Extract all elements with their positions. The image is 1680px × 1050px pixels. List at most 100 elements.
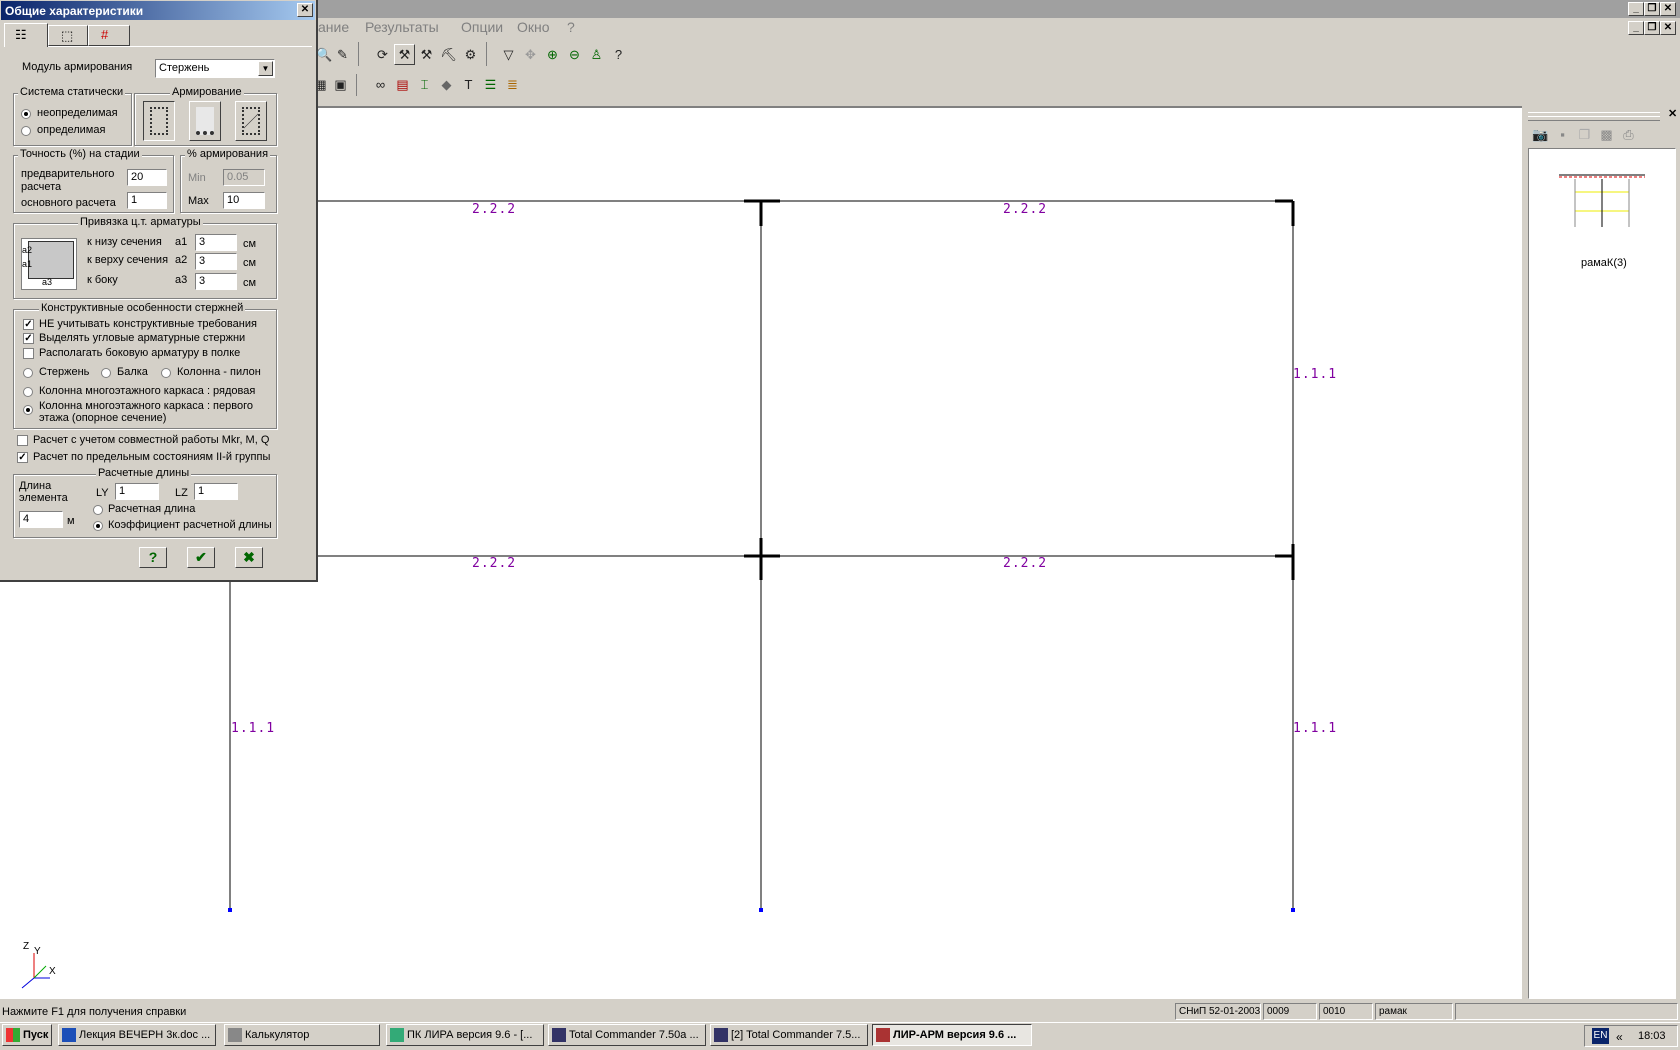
pencil-icon[interactable]: ✎ [332, 44, 353, 65]
task-tc1-label: Total Commander 7.50a ... [569, 1029, 699, 1041]
module-select-value: Стержень [159, 62, 210, 74]
arm-bottom-button[interactable] [189, 101, 221, 141]
copy-icon[interactable]: ❐ [1574, 124, 1595, 145]
plate-icon[interactable]: ◆ [436, 74, 457, 95]
rotate-icon[interactable]: ⟳ [372, 44, 393, 65]
help-pointer-icon[interactable]: ? [608, 44, 629, 65]
status-cell-2: 0010 [1319, 1003, 1373, 1020]
min-input: 0.05 [223, 169, 265, 186]
select-hammer-icon[interactable]: ⚒ [394, 44, 415, 65]
preview-area[interactable]: рамаК(3) [1528, 148, 1676, 999]
static-system-group: Система статически [13, 86, 132, 146]
app-restore-button[interactable]: ❐ [1644, 2, 1660, 16]
list-icon[interactable]: ≣ [502, 74, 523, 95]
axis-z-label: Z [23, 941, 30, 952]
filter-icon[interactable]: ▽ [498, 44, 519, 65]
chk-joint-work-label: Расчет с учетом совместной работы Mkr, M… [33, 434, 270, 446]
task-lira[interactable]: ПК ЛИРА версия 9.6 - [... [386, 1024, 544, 1046]
image-icon[interactable]: ▩ [1596, 124, 1617, 145]
chk-side-bars[interactable] [23, 348, 34, 359]
arm-symmetric-button[interactable] [143, 101, 175, 141]
menu-item-edit[interactable]: ание [318, 19, 349, 35]
start-button[interactable]: Пуск [2, 1024, 52, 1046]
dialog-close-button[interactable]: ✕ [297, 3, 313, 17]
help-button[interactable]: ? [139, 547, 167, 568]
menu-item-results[interactable]: Результаты [365, 19, 439, 35]
layers-icon[interactable]: ☰ [480, 74, 501, 95]
chk-corner-bars[interactable]: ✓ [23, 333, 34, 344]
pct-title: % армирования [185, 148, 271, 160]
arm-diagonal-button[interactable] [235, 101, 267, 141]
status-cell-3: рамак [1375, 1003, 1453, 1020]
task-tc2-label: [2] Total Commander 7.5... [731, 1029, 861, 1041]
ly-input[interactable]: 1 [115, 483, 159, 500]
chk-ignore-constructive-label: НЕ учитывать конструктивные требования [39, 318, 257, 330]
zoom-out-icon[interactable]: ⊖ [564, 44, 585, 65]
beam-label-top-left: 2.2.2 [472, 202, 517, 217]
ok-button[interactable]: ✔ [187, 547, 215, 568]
chk-ignore-constructive[interactable]: ✓ [23, 319, 34, 330]
tab-section[interactable]: ⬚ [48, 25, 88, 46]
language-indicator[interactable]: EN [1592, 1028, 1609, 1044]
radio-determinate[interactable] [21, 126, 31, 136]
nodes-icon[interactable]: ⚙ [460, 44, 481, 65]
radio-calc-length[interactable] [93, 505, 103, 515]
radio-beam[interactable] [101, 368, 111, 378]
lira-icon [390, 1028, 404, 1042]
radio-frame-first[interactable] [23, 405, 33, 415]
section-icon[interactable]: ▤ [392, 74, 413, 95]
tab-general[interactable]: ☷ [4, 23, 48, 47]
cancel-button[interactable]: ✖ [235, 547, 263, 568]
pin-icon[interactable]: ♙ [586, 44, 607, 65]
task-total-commander-2[interactable]: [2] Total Commander 7.5... [710, 1024, 868, 1046]
preview-close-icon[interactable]: ✕ [1668, 107, 1677, 120]
a3-input[interactable]: 3 [195, 273, 237, 290]
lz-input[interactable]: 1 [194, 483, 238, 500]
task-total-commander-1[interactable]: Total Commander 7.50a ... [548, 1024, 706, 1046]
windows-logo-icon [6, 1028, 20, 1042]
radio-frame-row[interactable] [23, 387, 33, 397]
chk-joint-work[interactable] [17, 435, 28, 446]
save-icon[interactable]: ▪ [1552, 124, 1573, 145]
menu-item-help[interactable]: ? [567, 19, 575, 35]
radio-coef-length[interactable] [93, 521, 103, 531]
a2-input[interactable]: 3 [195, 253, 237, 270]
task-calculator[interactable]: Калькулятор [224, 1024, 380, 1046]
grid-icon[interactable]: ▣ [330, 74, 351, 95]
beam-icon[interactable]: ⌶ [414, 74, 435, 95]
max-input[interactable]: 10 [223, 192, 265, 209]
dialog-general-characteristics: Общие характеристики ✕ ☷ ⬚ # Модуль арми… [0, 0, 318, 582]
print-icon[interactable]: ⎙ [1618, 124, 1639, 145]
camera-icon[interactable]: 📷 [1530, 124, 1551, 145]
task-word-label: Лекция ВЕЧЕРН 3к.doc ... [79, 1029, 211, 1041]
app-close-button[interactable]: ✕ [1660, 2, 1676, 16]
radio-indeterminate[interactable] [21, 109, 31, 119]
main-calc-input[interactable]: 1 [127, 192, 167, 209]
prelim-input[interactable]: 20 [127, 169, 167, 186]
tab-reinforcement[interactable]: # [88, 25, 130, 46]
task-lir-arm[interactable]: ЛИР-АРМ версия 9.6 ... [872, 1024, 1032, 1046]
app-minimize-button[interactable]: _ [1628, 2, 1644, 16]
menu-item-window[interactable]: Окно [517, 19, 550, 35]
radio-frame-row-label: Колонна многоэтажного каркаса : рядовая [39, 385, 256, 397]
module-select[interactable]: Стержень ▼ [155, 59, 275, 78]
task-word[interactable]: Лекция ВЕЧЕРН 3к.doc ... [58, 1024, 216, 1046]
doc-minimize-button[interactable]: _ [1628, 21, 1644, 35]
chk-limit-states[interactable]: ✓ [17, 452, 28, 463]
elem-len-input[interactable]: 4 [19, 511, 63, 528]
pan-icon[interactable]: ✥ [520, 44, 541, 65]
radio-column-pylon[interactable] [161, 368, 171, 378]
hammer-icon[interactable]: ⚒ [416, 44, 437, 65]
text-icon[interactable]: T [458, 74, 479, 95]
doc-close-button[interactable]: ✕ [1660, 21, 1676, 35]
doc-restore-button[interactable]: ❐ [1644, 21, 1660, 35]
glasses-icon[interactable]: ∞ [370, 74, 391, 95]
a1-input[interactable]: 3 [195, 234, 237, 251]
tray-expand-icon[interactable]: « [1616, 1030, 1623, 1044]
radio-rod[interactable] [23, 368, 33, 378]
prelim-label-1: предварительного [21, 168, 115, 180]
menu-item-options[interactable]: Опции [461, 19, 503, 35]
tool-icon[interactable]: ⛏ [438, 44, 459, 65]
zoom-in-icon[interactable]: ⊕ [542, 44, 563, 65]
chevron-down-icon[interactable]: ▼ [258, 61, 273, 76]
